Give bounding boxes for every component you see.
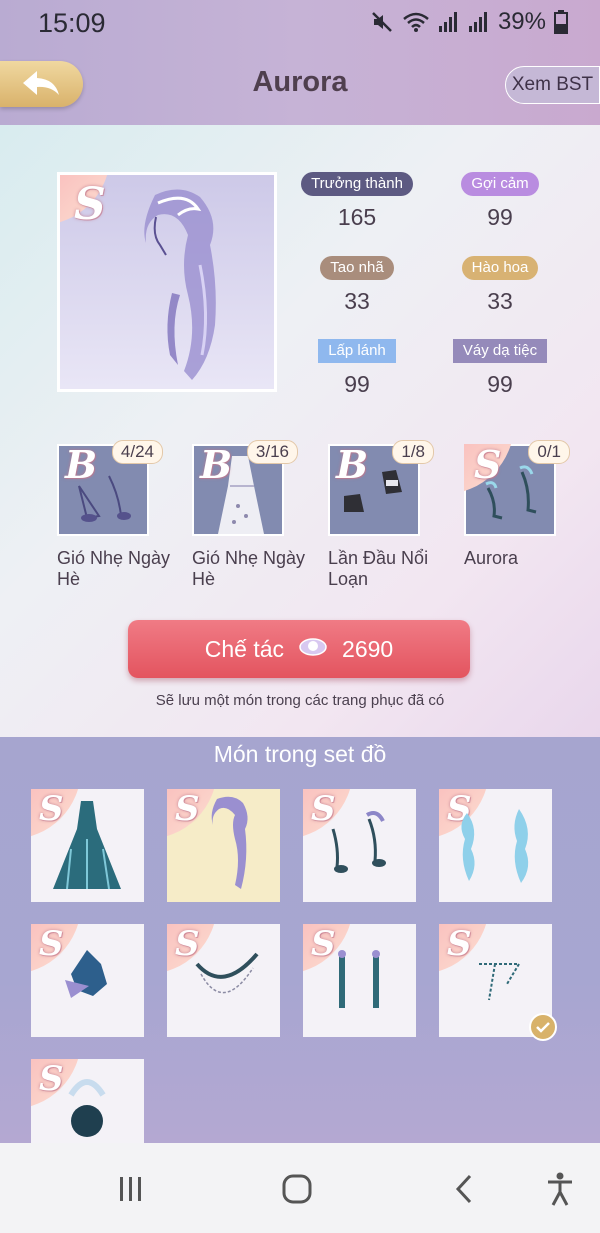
stat-sparkle: Lấp lánh 99: [297, 339, 417, 398]
set-item-shoes[interactable]: S: [303, 789, 416, 902]
home-button[interactable]: [277, 1171, 317, 1207]
signal-icon: [438, 11, 460, 33]
set-item-wings[interactable]: S: [439, 789, 552, 902]
set-rank: S: [474, 442, 502, 487]
shoes-image: [331, 811, 386, 873]
wings-image: [461, 809, 529, 883]
battery-text: 39%: [497, 8, 546, 35]
headdress-image: [65, 950, 107, 998]
set-name: Gió Nhẹ Ngày Hè: [57, 548, 171, 589]
recent-apps-icon: [120, 1177, 141, 1201]
pearl-icon: [298, 635, 328, 663]
craft-cost: 2690: [342, 635, 394, 662]
stat-value: 165: [337, 204, 377, 230]
stat-maturity: Trưởng thành 165: [297, 172, 417, 231]
stat-value: 99: [487, 371, 513, 397]
craft-label: Chế tác: [204, 635, 285, 662]
set-count: 0/1: [528, 440, 570, 464]
stat-value: 33: [487, 288, 513, 314]
home-icon: [282, 1174, 312, 1204]
stat-value: 99: [487, 204, 513, 230]
set-rank: B: [336, 442, 369, 487]
set-items-title: Món trong set đồ: [213, 741, 387, 767]
craft-button[interactable]: Chế tác 2690: [128, 620, 470, 678]
set-count: 4/24: [111, 440, 163, 464]
set-card[interactable]: B 1/8 Lần Đầu Nổi Loạn: [328, 440, 434, 589]
set-item-earrings[interactable]: S: [303, 924, 416, 1037]
gown-image: [53, 801, 121, 890]
set-rank: B: [200, 442, 233, 487]
signal-icon-2: [468, 11, 490, 33]
set-count: 1/8: [392, 440, 434, 464]
stat-label: Gợi cảm: [461, 172, 539, 196]
stat-label: Trưởng thành: [301, 172, 413, 196]
earrings-image: [338, 950, 380, 1008]
hair-image: [144, 189, 216, 380]
status-time: 15:09: [38, 8, 106, 38]
mute-icon: [370, 10, 394, 34]
stat-label: Lấp lánh: [318, 339, 396, 363]
status-bar: 15:09 39%: [0, 0, 600, 48]
hair-image: [211, 796, 248, 889]
owned-check-icon: [529, 1013, 557, 1041]
set-name: Aurora: [464, 548, 519, 568]
system-nav-bar: [0, 1143, 600, 1233]
stat-sexy: Gợi cảm 99: [440, 172, 560, 231]
back-nav-button[interactable]: [444, 1171, 484, 1207]
stat-party-dress: Váy dạ tiệc 99: [440, 339, 560, 398]
set-name: Lần Đầu Nổi Loạn: [328, 548, 429, 589]
craft-note: Sẽ lưu một món trong các trang phục đã c…: [155, 692, 445, 709]
set-count: 3/16: [246, 440, 298, 464]
stat-elegant: Tao nhã 33: [297, 256, 417, 315]
wifi-icon: [402, 10, 430, 34]
set-item-bag[interactable]: S: [31, 1059, 144, 1143]
set-item-necklace[interactable]: S: [167, 924, 280, 1037]
stat-gorgeous: Hào hoa 33: [440, 256, 560, 315]
set-name: Gió Nhẹ Ngày Hè: [192, 548, 306, 589]
set-item-hair[interactable]: S: [167, 789, 280, 902]
chevron-left-icon: [455, 1174, 472, 1204]
stat-value: 33: [344, 288, 370, 314]
view-collection-button[interactable]: Xem BST: [505, 66, 600, 104]
bag-image: [68, 1079, 106, 1137]
set-card[interactable]: S 0/1 Aurora: [464, 440, 570, 568]
necklace-image: [195, 952, 259, 994]
set-item-headdress[interactable]: S: [31, 924, 144, 1037]
recent-apps-button[interactable]: [110, 1171, 150, 1207]
set-card[interactable]: B 4/24 Gió Nhẹ Ngày Hè: [57, 440, 170, 589]
stat-label: Tao nhã: [320, 256, 394, 280]
main-item-card: S: [57, 172, 277, 392]
status-icons: 39%: [370, 8, 568, 36]
battery-icon: [554, 10, 568, 34]
accessibility-icon: [548, 1172, 572, 1206]
set-card[interactable]: B 3/16 Gió Nhẹ Ngày Hè: [192, 440, 305, 589]
accessibility-button[interactable]: [540, 1171, 580, 1207]
stat-label: Váy dạ tiệc: [452, 339, 548, 363]
stat-value: 99: [344, 371, 370, 397]
set-rank: B: [65, 442, 98, 487]
set-item-gown[interactable]: S: [31, 789, 144, 902]
stat-label: Hào hoa: [461, 256, 539, 280]
